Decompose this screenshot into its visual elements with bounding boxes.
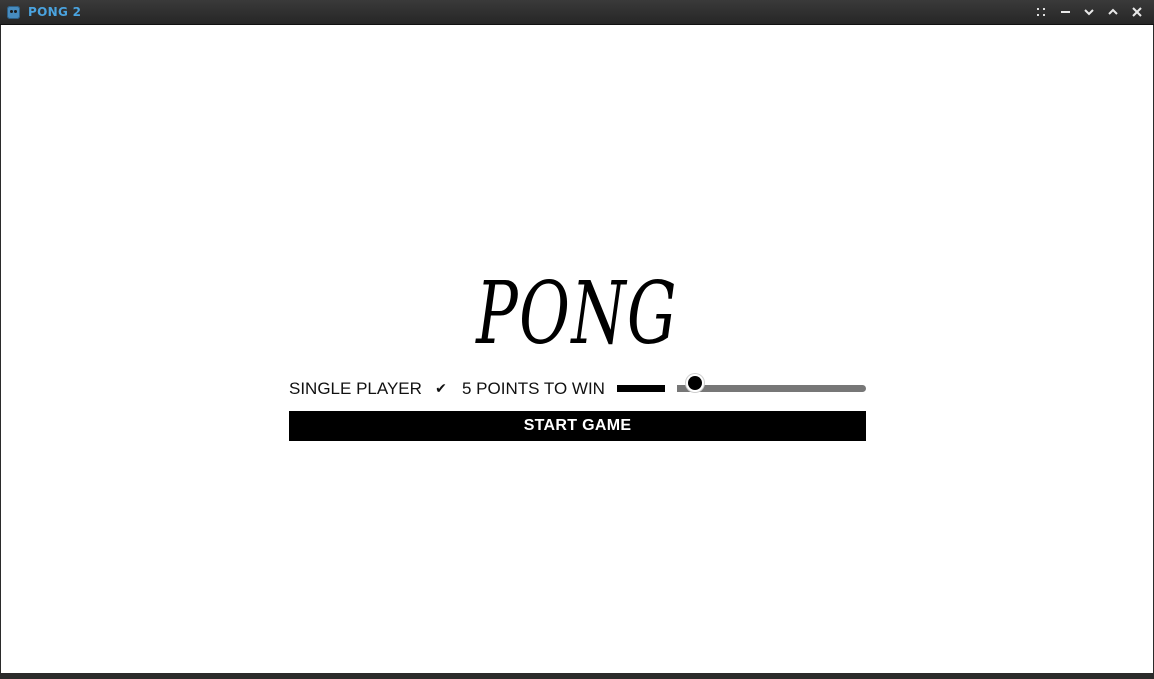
menu-dots-icon[interactable] (1032, 3, 1050, 21)
game-canvas: PONG SINGLE PLAYER ✔ 5 POINTS TO WIN STA… (1, 25, 1153, 673)
points-to-win-label: 5 POINTS TO WIN (462, 379, 605, 398)
title-bar[interactable]: PONG 2 (0, 0, 1154, 25)
slider-gap (664, 383, 677, 394)
window-controls (1032, 3, 1146, 21)
close-icon[interactable] (1128, 3, 1146, 21)
single-player-checkbox[interactable]: ✔ (431, 377, 451, 399)
minimize-icon[interactable] (1056, 3, 1074, 21)
points-slider[interactable] (617, 376, 866, 401)
single-player-label: SINGLE PLAYER (289, 379, 422, 398)
options-row: SINGLE PLAYER ✔ 5 POINTS TO WIN (289, 376, 866, 401)
godot-icon (7, 6, 20, 19)
slider-thumb[interactable] (687, 376, 702, 390)
game-title: PONG (476, 264, 678, 364)
start-game-button[interactable]: START GAME (289, 411, 866, 441)
slider-fill (617, 385, 665, 392)
chevron-down-icon[interactable] (1080, 3, 1098, 21)
chevron-up-icon[interactable] (1104, 3, 1122, 21)
window-title: PONG 2 (28, 5, 82, 19)
game-window: PONG 2 PONG SINGLE PLAYER ✔ 5 POINTS TO (0, 0, 1154, 679)
